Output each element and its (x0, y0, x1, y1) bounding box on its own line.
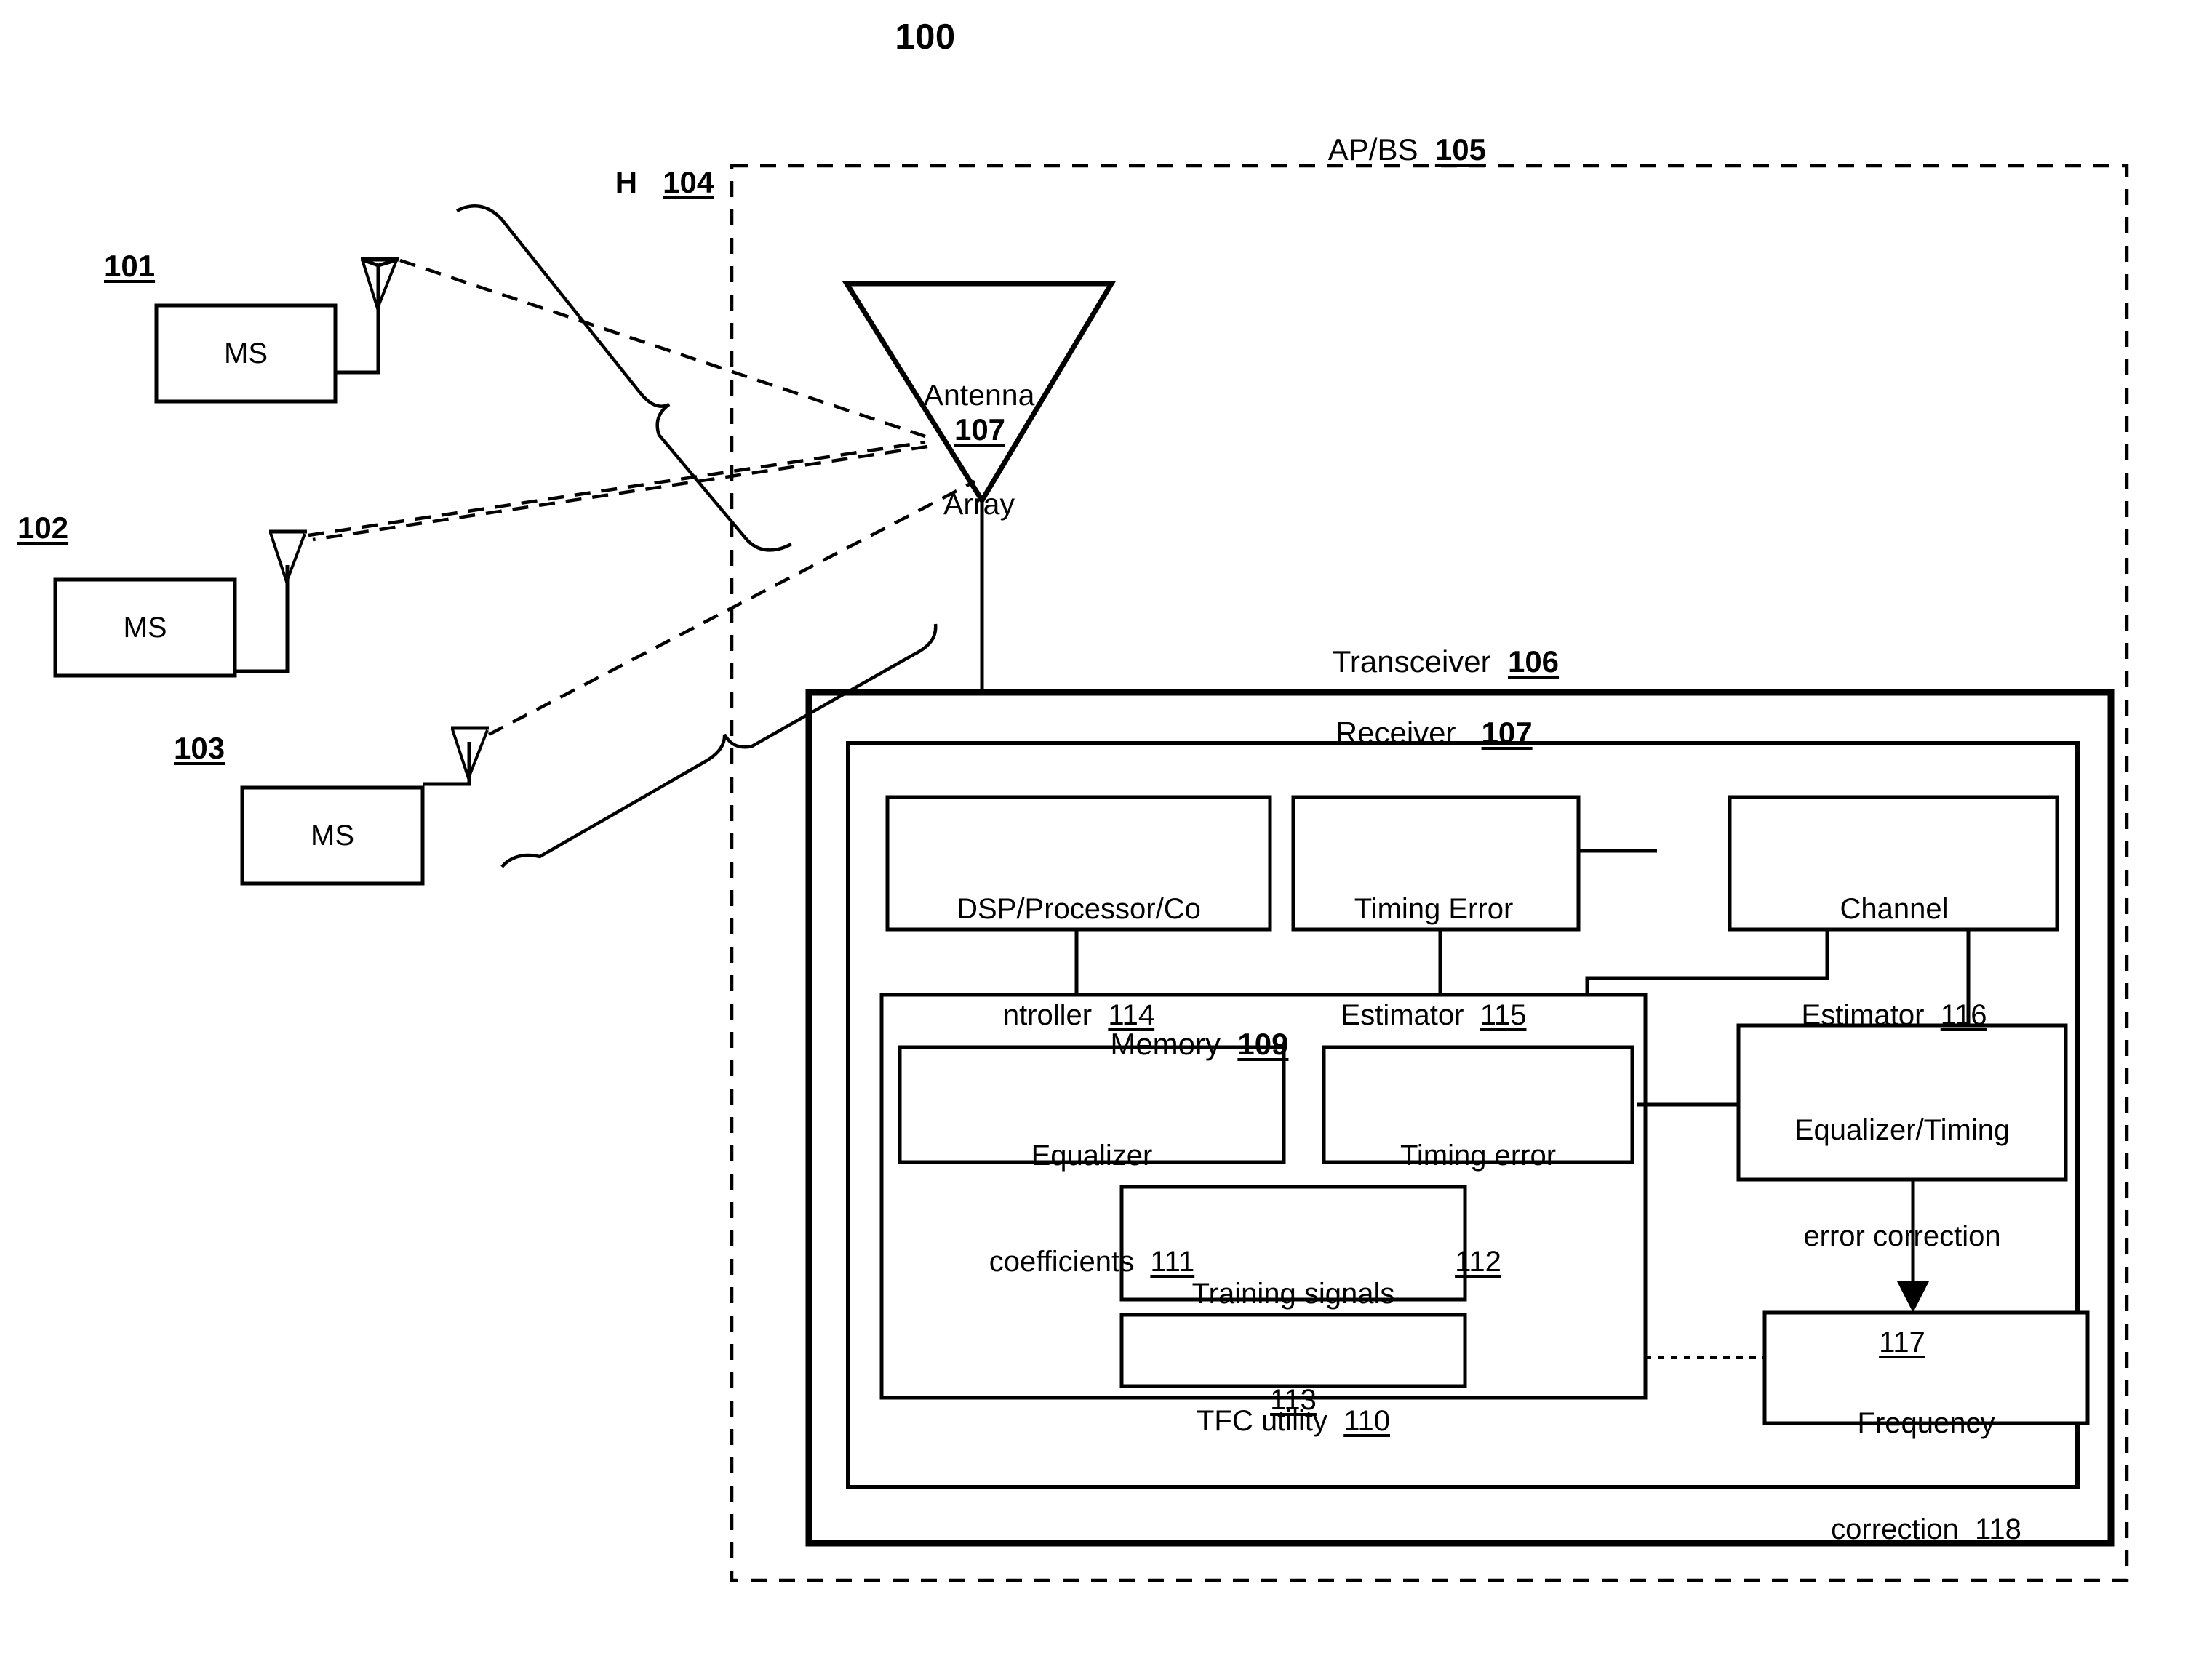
ms-101-ref: 101 (104, 249, 156, 283)
tee-line1: Timing Error (1354, 892, 1514, 925)
timing-error-estimator-label: Timing Error Estimator 115 (1341, 820, 1527, 1104)
memory-ref: 109 (1237, 1026, 1289, 1061)
tfc-ref: 110 (1343, 1404, 1391, 1437)
tee-ref: 115 (1480, 998, 1527, 1031)
te-line1: Timing error (1400, 1139, 1557, 1172)
dsp-line2: ntroller (1002, 998, 1093, 1031)
transceiver-label-group: Transceiver 106 (1319, 628, 1559, 694)
ts-line1: Training signals (1191, 1277, 1395, 1310)
antenna-array-line2: Array (943, 487, 1015, 521)
etc-line1: Equalizer/Timing (1794, 1113, 2011, 1146)
ms-101-label: MS (224, 337, 268, 369)
channel-brace-upper (455, 204, 793, 552)
ms-103-label: MS (311, 820, 354, 852)
ms-102-antenna-stem (235, 565, 290, 673)
channel-path-102b (312, 444, 928, 542)
eqc-line1: Equalizer (1031, 1139, 1153, 1172)
tfc-utility-label: TFC utility 110 (1197, 1332, 1390, 1510)
equalizer-coefficients-label: Equalizer coefficients 111 (989, 1067, 1194, 1350)
eqc-line2: coefficients (989, 1245, 1135, 1278)
ap-bs-ref: 105 (1434, 132, 1486, 167)
antenna-array-label: Antenna Array (924, 304, 1035, 595)
etc-line2: error correction (1803, 1220, 2001, 1252)
timing-error-label: Timing error 112 (1400, 1067, 1556, 1350)
channel-ref: 104 (663, 164, 714, 199)
ms-102-label: MS (123, 612, 167, 644)
frequency-correction-label: Frequency correction 118 (1831, 1334, 2021, 1618)
ce-line1: Channel (1840, 892, 1949, 925)
tee-line2: Estimator (1341, 998, 1464, 1031)
receiver-label: Receiver (1335, 715, 1456, 750)
ms-102-ref: 102 (17, 511, 69, 545)
channel-path-102 (308, 440, 926, 537)
receiver-label-group: Receiver 107 (1322, 700, 1533, 765)
transceiver-label: Transceiver (1332, 644, 1491, 679)
te-ref: 112 (1455, 1245, 1501, 1278)
conn-memory-to-frequency (1644, 1356, 1765, 1398)
antenna-array-line1: Antenna (923, 378, 1035, 412)
ce-line2: Estimator (1801, 998, 1925, 1031)
memory-label: Memory (1110, 1026, 1221, 1061)
conn-ce-to-memory (1585, 929, 1829, 995)
transceiver-ref: 106 (1507, 644, 1560, 679)
eqc-ref: 111 (1150, 1245, 1195, 1278)
channel-label-group: H 104 (602, 149, 714, 215)
receiver-ref: 107 (1481, 715, 1533, 750)
tfc-line1: TFC utility (1196, 1404, 1327, 1437)
ce-ref: 116 (1940, 998, 1987, 1031)
dsp-line1: DSP/Processor/Co (957, 892, 1201, 925)
ap-bs-label-group: AP/BS 105 (1315, 116, 1486, 182)
antenna-array-ref: 107 (954, 412, 1006, 447)
channel-label: H (615, 164, 638, 199)
fc-line2: correction (1831, 1513, 1959, 1545)
ap-bs-label: AP/BS (1327, 132, 1418, 167)
patent-figure-canvas: 100 AP/BS 105 H 104 101 102 103 MS MS MS… (0, 0, 2212, 1661)
ms-103-ref: 103 (174, 731, 225, 765)
ms-101-antenna-stem (335, 264, 380, 375)
figure-number: 100 (895, 17, 956, 57)
fc-ref: 118 (1975, 1513, 2021, 1545)
fc-line1: Frequency (1857, 1406, 1995, 1439)
